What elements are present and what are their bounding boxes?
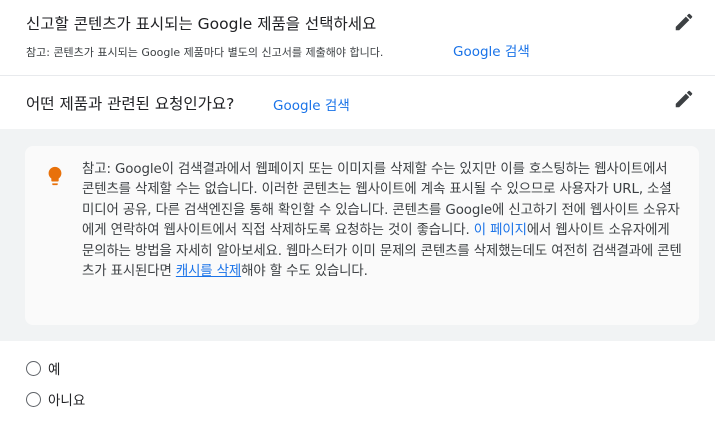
section-title: 어떤 제품과 관련된 요청인가요? [26, 95, 235, 113]
radio-button[interactable] [26, 360, 41, 376]
info-panel: 참고: Google이 검색결과에서 웹페이지 또는 이미지를 삭제할 수는 있… [0, 129, 715, 341]
request-product-section: 어떤 제품과 관련된 요청인가요? Google 검색 [0, 77, 715, 129]
selected-product-value: Google 검색 [453, 44, 530, 60]
section-note: 참고: 콘텐츠가 표시되는 Google 제품마다 별도의 신고서를 제출해야 … [26, 46, 384, 59]
clear-cache-link[interactable]: 캐시를 삭제 [176, 264, 241, 279]
info-text: 참고: Google이 검색결과에서 웹페이지 또는 이미지를 삭제할 수는 있… [82, 160, 682, 282]
lightbulb-icon [48, 166, 62, 186]
pencil-icon[interactable] [673, 11, 695, 33]
option-no[interactable]: 아니요 [26, 389, 85, 409]
radio-button[interactable] [26, 391, 41, 407]
this-page-link[interactable]: 이 페이지 [474, 223, 527, 238]
product-select-section: 신고할 콘텐츠가 표시되는 Google 제품을 선택하세요 참고: 콘텐츠가 … [0, 0, 715, 76]
option-yes[interactable]: 예 [26, 358, 60, 378]
option-label: 예 [48, 362, 61, 378]
option-label: 아니요 [48, 393, 86, 409]
selected-product-value: Google 검색 [273, 98, 350, 114]
section-title: 신고할 콘텐츠가 표시되는 Google 제품을 선택하세요 [26, 15, 377, 33]
info-text-part: 해야 할 수도 있습니다. [241, 264, 368, 280]
pencil-icon[interactable] [673, 88, 695, 110]
info-card: 참고: Google이 검색결과에서 웹페이지 또는 이미지를 삭제할 수는 있… [25, 146, 699, 325]
